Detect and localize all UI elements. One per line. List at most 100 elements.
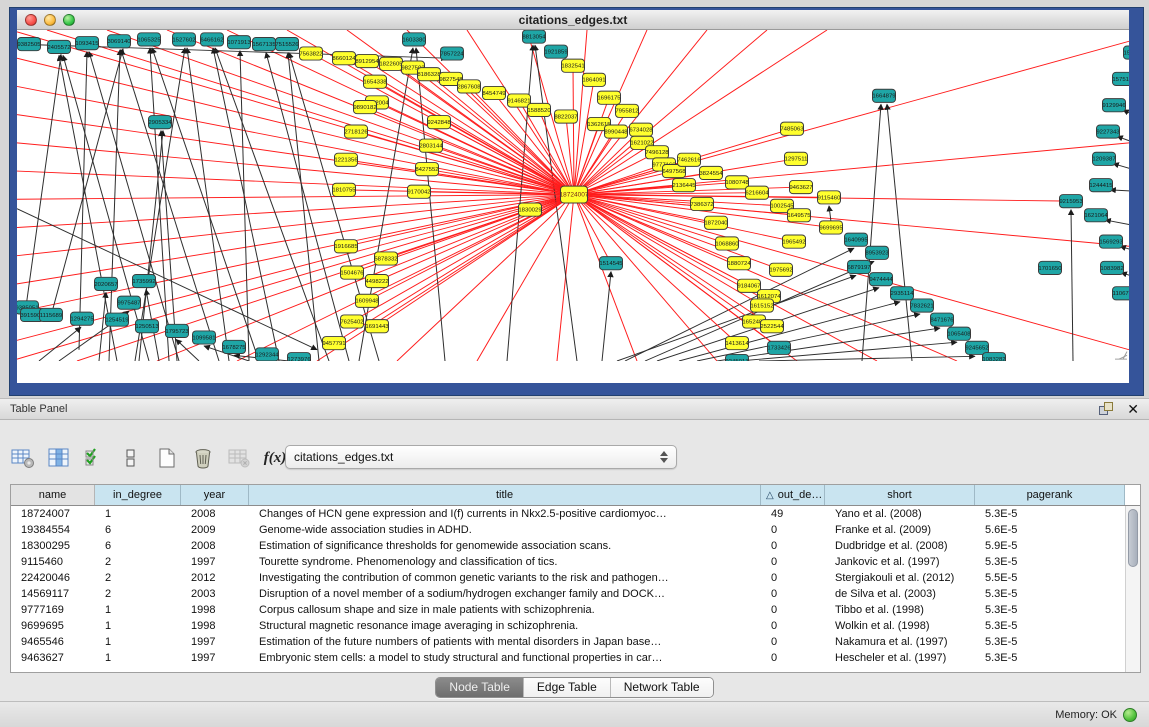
row-options-button[interactable] — [116, 443, 146, 473]
network-node[interactable]: 9457791 — [322, 337, 345, 350]
table-cell[interactable]: 5.3E-5 — [975, 508, 1125, 520]
column-header-name[interactable]: name — [11, 485, 95, 505]
table-cell[interactable]: Tibbo et al. (1998) — [825, 604, 975, 616]
network-node[interactable]: 1244415 — [1089, 179, 1112, 192]
network-node[interactable]: 1864091 — [582, 73, 605, 86]
network-node[interactable]: 1065325 — [137, 33, 160, 46]
network-node[interactable]: 1654338 — [363, 75, 386, 88]
network-node[interactable]: 9242848 — [427, 116, 450, 129]
table-cell[interactable]: 9463627 — [11, 652, 95, 664]
tab-network-table[interactable]: Network Table — [611, 678, 713, 697]
tab-edge-table[interactable]: Edge Table — [524, 678, 611, 697]
table-cell[interactable]: 5.3E-5 — [975, 556, 1125, 568]
table-cell[interactable]: 5.3E-5 — [975, 652, 1125, 664]
table-row[interactable]: 2242004622012Investigating the contribut… — [11, 570, 1140, 586]
table-cell[interactable]: 9777169 — [11, 604, 95, 616]
table-cell[interactable]: 0 — [761, 540, 825, 552]
zoom-window-button[interactable] — [63, 14, 75, 26]
table-cell[interactable]: 22420046 — [11, 572, 95, 584]
table-cell[interactable]: 49 — [761, 508, 825, 520]
table-cell[interactable]: Franke et al. (2009) — [825, 524, 975, 536]
network-node[interactable]: 2867608 — [457, 80, 480, 93]
network-node[interactable]: 1273976 — [287, 353, 310, 361]
network-node[interactable]: 7832621 — [910, 299, 933, 312]
delete-column-button[interactable] — [188, 443, 218, 473]
network-node[interactable]: 7625402 — [340, 315, 363, 328]
network-node[interactable]: 6734028 — [629, 123, 652, 136]
table-cell[interactable]: Dudbridge et al. (2008) — [825, 540, 975, 552]
network-node[interactable]: 8813054 — [522, 30, 546, 43]
table-cell[interactable]: 0 — [761, 556, 825, 568]
network-node[interactable]: 9463627 — [789, 180, 812, 193]
network-node[interactable]: 3824554 — [699, 166, 723, 179]
column-header-year[interactable]: year — [181, 485, 249, 505]
table-cell[interactable]: 1997 — [181, 636, 249, 648]
network-node[interactable]: 9890182 — [353, 101, 376, 114]
network-node[interactable]: 8953923 — [865, 246, 888, 259]
network-node[interactable]: 1065408 — [947, 327, 970, 340]
network-node[interactable]: 1093415 — [75, 37, 98, 50]
network-node[interactable]: 1297511 — [785, 152, 808, 165]
network-node[interactable]: 1733426 — [767, 341, 790, 354]
network-node[interactable]: 8186328 — [417, 68, 440, 81]
network-node[interactable]: 7386372 — [690, 197, 713, 210]
table-cell[interactable]: 0 — [761, 524, 825, 536]
network-node[interactable]: 6216604 — [745, 186, 769, 199]
table-cell[interactable]: 6 — [95, 540, 181, 552]
table-cell[interactable]: Changes of HCN gene expression and I(f) … — [249, 508, 761, 520]
network-node[interactable]: 1603380 — [402, 33, 425, 46]
table-cell[interactable]: Genome-wide association studies in ADHD. — [249, 524, 761, 536]
table-cell[interactable]: 9699695 — [11, 620, 95, 632]
network-node[interactable]: 2405572 — [47, 40, 70, 53]
network-node[interactable]: 9146821 — [507, 94, 530, 107]
tab-node-table[interactable]: Node Table — [436, 678, 524, 697]
network-node[interactable]: 9699695 — [819, 221, 842, 234]
table-row[interactable]: 969969511998Structural magnetic resonanc… — [11, 618, 1140, 634]
column-header-in-degree[interactable]: in_degree — [95, 485, 181, 505]
network-node[interactable]: 1621064 — [1084, 209, 1108, 222]
network-node[interactable]: 1106753 — [1113, 287, 1130, 300]
network-node[interactable]: 8990448 — [604, 125, 627, 138]
memory-ok-indicator[interactable] — [1123, 708, 1137, 722]
table-cell[interactable]: 0 — [761, 636, 825, 648]
network-node[interactable]: 7955812 — [615, 104, 638, 117]
network-node[interactable]: 3069140 — [107, 35, 130, 48]
network-node[interactable]: 1083982 — [1100, 261, 1123, 274]
network-node[interactable]: 1609948 — [355, 294, 378, 307]
network-node[interactable]: 8822037 — [554, 110, 577, 123]
table-cell[interactable]: 19384554 — [11, 524, 95, 536]
table-cell[interactable]: 5.9E-5 — [975, 540, 1125, 552]
close-panel-icon[interactable]: ✕ — [1127, 402, 1139, 416]
network-hub-node[interactable]: 18724007 — [560, 186, 589, 203]
table-cell[interactable]: 1 — [95, 508, 181, 520]
network-canvas-container[interactable]: 9382505240557210934153069140106532515276… — [17, 30, 1129, 361]
network-node[interactable]: 7563822 — [299, 47, 322, 60]
network-node[interactable]: 1640995 — [844, 233, 867, 246]
table-cell[interactable]: 5.6E-5 — [975, 524, 1125, 536]
float-panel-icon[interactable] — [1099, 402, 1115, 417]
table-cell[interactable]: 1 — [95, 604, 181, 616]
table-cell[interactable]: 1998 — [181, 604, 249, 616]
network-node[interactable]: 2136445 — [672, 179, 695, 192]
network-node[interactable]: 9245013 — [725, 354, 748, 361]
network-node[interactable]: 1921859 — [544, 45, 567, 58]
table-row[interactable]: 1456911722003Disruption of a novel membe… — [11, 586, 1140, 602]
table-cell[interactable]: 1 — [95, 620, 181, 632]
network-node[interactable]: 1209387 — [1092, 152, 1115, 165]
table-cell[interactable]: 0 — [761, 604, 825, 616]
network-node[interactable]: 1567135 — [252, 38, 275, 51]
network-node[interactable]: 6879197 — [847, 260, 870, 273]
network-node[interactable]: 1514545 — [599, 257, 622, 270]
network-node[interactable]: 1413614 — [725, 337, 749, 350]
network-node[interactable]: 2803144 — [419, 139, 443, 152]
table-cell[interactable]: 2008 — [181, 540, 249, 552]
network-view-window[interactable]: citations_edges.txt 93825052405572109341… — [10, 8, 1143, 395]
network-node[interactable]: 2905334 — [148, 116, 172, 129]
network-node[interactable]: 1083282 — [982, 353, 1005, 361]
table-cell[interactable]: Corpus callosum shape and size in male p… — [249, 604, 761, 616]
network-node[interactable]: 9975487 — [117, 296, 140, 309]
table-cell[interactable]: de Silva et al. (2003) — [825, 588, 975, 600]
network-node[interactable]: 1872040 — [704, 216, 727, 229]
network-node[interactable]: 7857224 — [440, 47, 464, 60]
network-node[interactable]: 1292344 — [255, 348, 279, 361]
